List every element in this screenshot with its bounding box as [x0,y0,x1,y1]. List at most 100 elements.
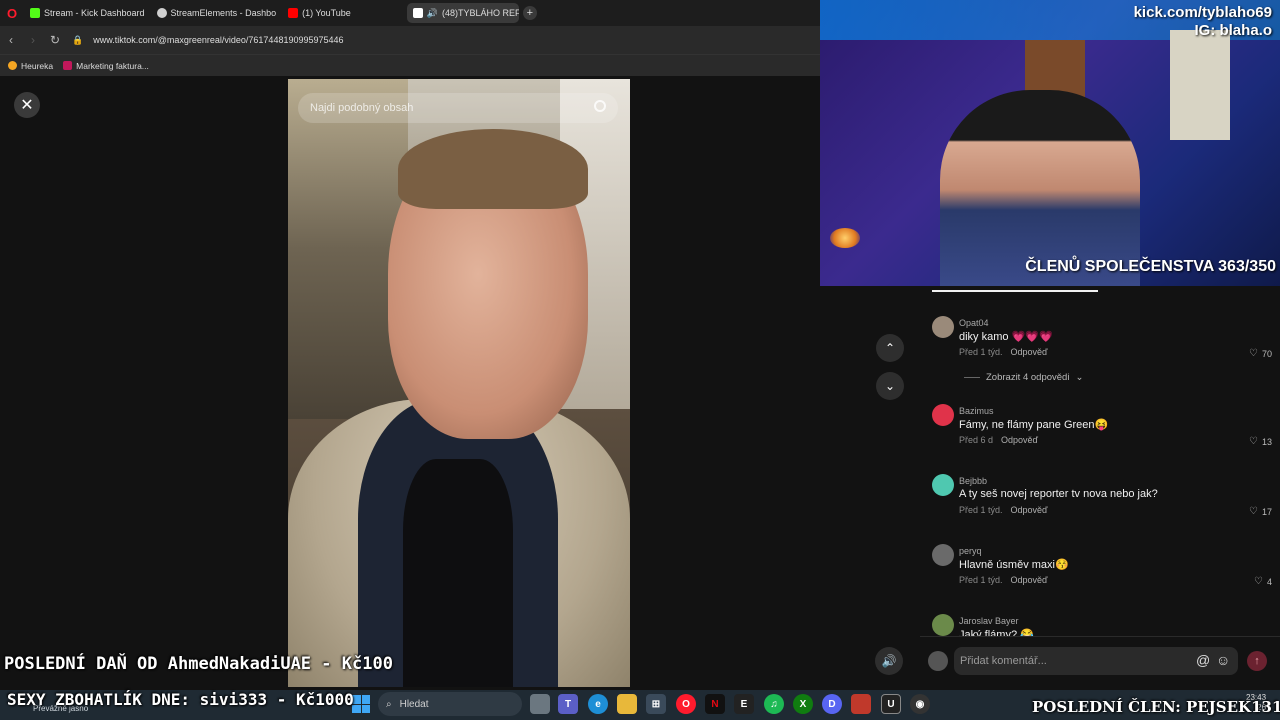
like-count: 13 [1261,436,1272,447]
avatar[interactable] [932,316,954,338]
like-button[interactable]: ♡ 17 [1249,506,1272,517]
edge-icon[interactable]: e [588,694,608,714]
webcam-overlay: kick.com/tyblaho69 IG: blaha.o ČLENŮ SPO… [820,0,1280,286]
tab-streamelements[interactable]: StreamElements - Dashbo [151,3,283,23]
url-field[interactable]: www.tiktok.com/@maxgreenreal/video/76174… [93,35,343,45]
show-replies-button[interactable]: Zobrazit 4 odpovědi ⌄ [964,372,1083,383]
wall-poster [1170,30,1230,140]
tab-youtube[interactable]: (1) YouTube [282,3,357,23]
comment-text: A ty seš novej reporter tv nova nebo jak… [959,488,1158,500]
avatar[interactable] [928,651,948,671]
netflix-icon[interactable]: N [705,694,725,714]
comment-username[interactable]: Bazimus [959,406,994,416]
bookmark-label: Heureka [21,60,54,71]
back-icon[interactable]: ‹ [0,33,22,47]
spotify-icon[interactable]: ♫ [764,694,784,714]
like-count: 17 [1261,506,1272,517]
comment-input-row: @ ☺ ↑ [920,636,1280,684]
heart-icon: ♡ [1249,436,1258,447]
avatar[interactable] [932,474,954,496]
lamp [830,228,860,248]
faktura-icon [63,61,73,70]
reload-icon[interactable]: ↻ [44,33,66,47]
comment-username[interactable]: Bejbbb [959,476,987,486]
chevron-down-icon: ⌄ [1075,372,1084,383]
tab-label: (1) YouTube [302,8,351,18]
video-person-hair [398,129,588,209]
comment-username[interactable]: Jaroslav Bayer [959,616,1019,626]
taskbar-search-label: Hledat [399,698,429,710]
bookmark-heureka[interactable]: Heureka [8,61,53,71]
xbox-icon[interactable]: X [793,694,813,714]
close-icon[interactable]: ✕ [14,92,40,118]
forward-icon[interactable]: › [22,33,44,47]
bookmark-marketing-faktura[interactable]: Marketing faktura... [63,61,149,71]
discord-icon[interactable]: D [822,694,842,714]
video-search-placeholder: Najdi podobný obsah [310,102,414,114]
comments-tab-indicator [932,290,1098,292]
file-explorer-icon[interactable] [617,694,637,714]
members-count-text: ČLENŮ SPOLEČENSTVA 363/350 [1025,258,1276,275]
comment-username[interactable]: Opat04 [959,318,989,328]
unreal-icon[interactable]: U [881,694,901,714]
windows-start-icon[interactable] [352,695,370,713]
comment-meta: Před 1 týd. Odpověď [959,347,1048,357]
show-replies-label: Zobrazit 4 odpovědi [986,372,1070,383]
heureka-icon [8,61,17,70]
divider [964,377,980,378]
opera-menu-icon[interactable]: O [0,0,24,26]
taskbar-search[interactable]: ⌕ Hledat [378,692,522,716]
lock-icon[interactable]: 🔒 [72,35,83,46]
like-button[interactable]: ♡ 4 [1254,576,1272,587]
video-search-bar[interactable]: Najdi podobný obsah [298,93,618,123]
video-person-shirt [403,459,513,687]
mention-icon[interactable]: @ [1196,652,1210,668]
comments-panel: Opat04 diky kamo 💗💗💗 Před 1 týd. Odpověď … [920,286,1280,636]
youtube-icon [288,8,299,18]
comment-meta: Před 1 týd. Odpověď [959,575,1048,585]
new-tab-button[interactable]: + [522,6,537,20]
like-count: 70 [1261,348,1272,359]
comment-text: Jaký flámy? 😂 [959,629,1034,636]
comment-username[interactable]: peryq [959,546,982,556]
comment-time: Před 1 týd. [959,575,1003,585]
search-icon[interactable] [594,100,606,112]
like-button[interactable]: ♡ 70 [1249,348,1272,359]
tab-kick-dashboard[interactable]: Stream - Kick Dashboard [24,3,151,23]
send-button[interactable]: ↑ [1247,651,1267,671]
comment-item: Bazimus Fámy, ne flámy pane Green😝 Před … [932,404,1272,448]
top-donor-overlay: SEXY ZBOHATLÍK DNE: sivi333 - Kč1000 [7,690,354,709]
comment-item: Jaroslav Bayer Jaký flámy? 😂 [932,614,1272,636]
tab-tiktok[interactable]: 🔊 (48)TYBLÁHO REFORM [406,3,519,23]
epic-games-icon[interactable]: E [734,694,754,714]
bookmark-label: Marketing faktura... [76,60,149,71]
comment-time: Před 6 d [959,435,994,445]
reply-button[interactable]: Odpověď [1011,575,1048,585]
avatar[interactable] [932,404,954,426]
video-player[interactable]: Najdi podobný obsah [288,79,630,687]
task-view-icon[interactable] [530,694,550,714]
store-icon[interactable]: ⊞ [646,694,666,714]
avatar[interactable] [932,544,954,566]
app-icon[interactable] [851,694,871,714]
previous-video-button[interactable]: ⌃ [876,334,904,362]
next-video-button[interactable]: ⌄ [876,372,904,400]
like-button[interactable]: ♡ 13 [1249,436,1272,447]
avatar[interactable] [932,614,954,636]
opera-icon[interactable]: O [676,694,696,714]
teams-icon[interactable]: T [558,694,578,714]
last-donation-overlay: POSLEDNÍ DAŇ OD AhmedNakadiUAE - Kč100 [4,654,393,674]
tiktok-icon [412,8,423,18]
search-icon: ⌕ [386,698,392,710]
browser-tab-bar: O Stream - Kick Dashboard StreamElements… [0,0,820,26]
reply-button[interactable]: Odpověď [1011,347,1048,357]
bookmarks-bar: Heureka Marketing faktura... [0,54,820,76]
tab-label: StreamElements - Dashbo [170,8,277,18]
obs-icon[interactable]: ◉ [910,694,930,714]
emoji-icon[interactable]: ☺ [1216,652,1230,668]
volume-icon[interactable]: 🔊 [875,647,903,675]
speaker-icon[interactable]: 🔊 [427,8,438,19]
reply-button[interactable]: Odpověď [1011,505,1048,515]
reply-button[interactable]: Odpověď [1001,435,1038,445]
tiktok-page: ✕ Najdi podobný obsah ⌃ ⌄ 🔊 [0,76,920,690]
